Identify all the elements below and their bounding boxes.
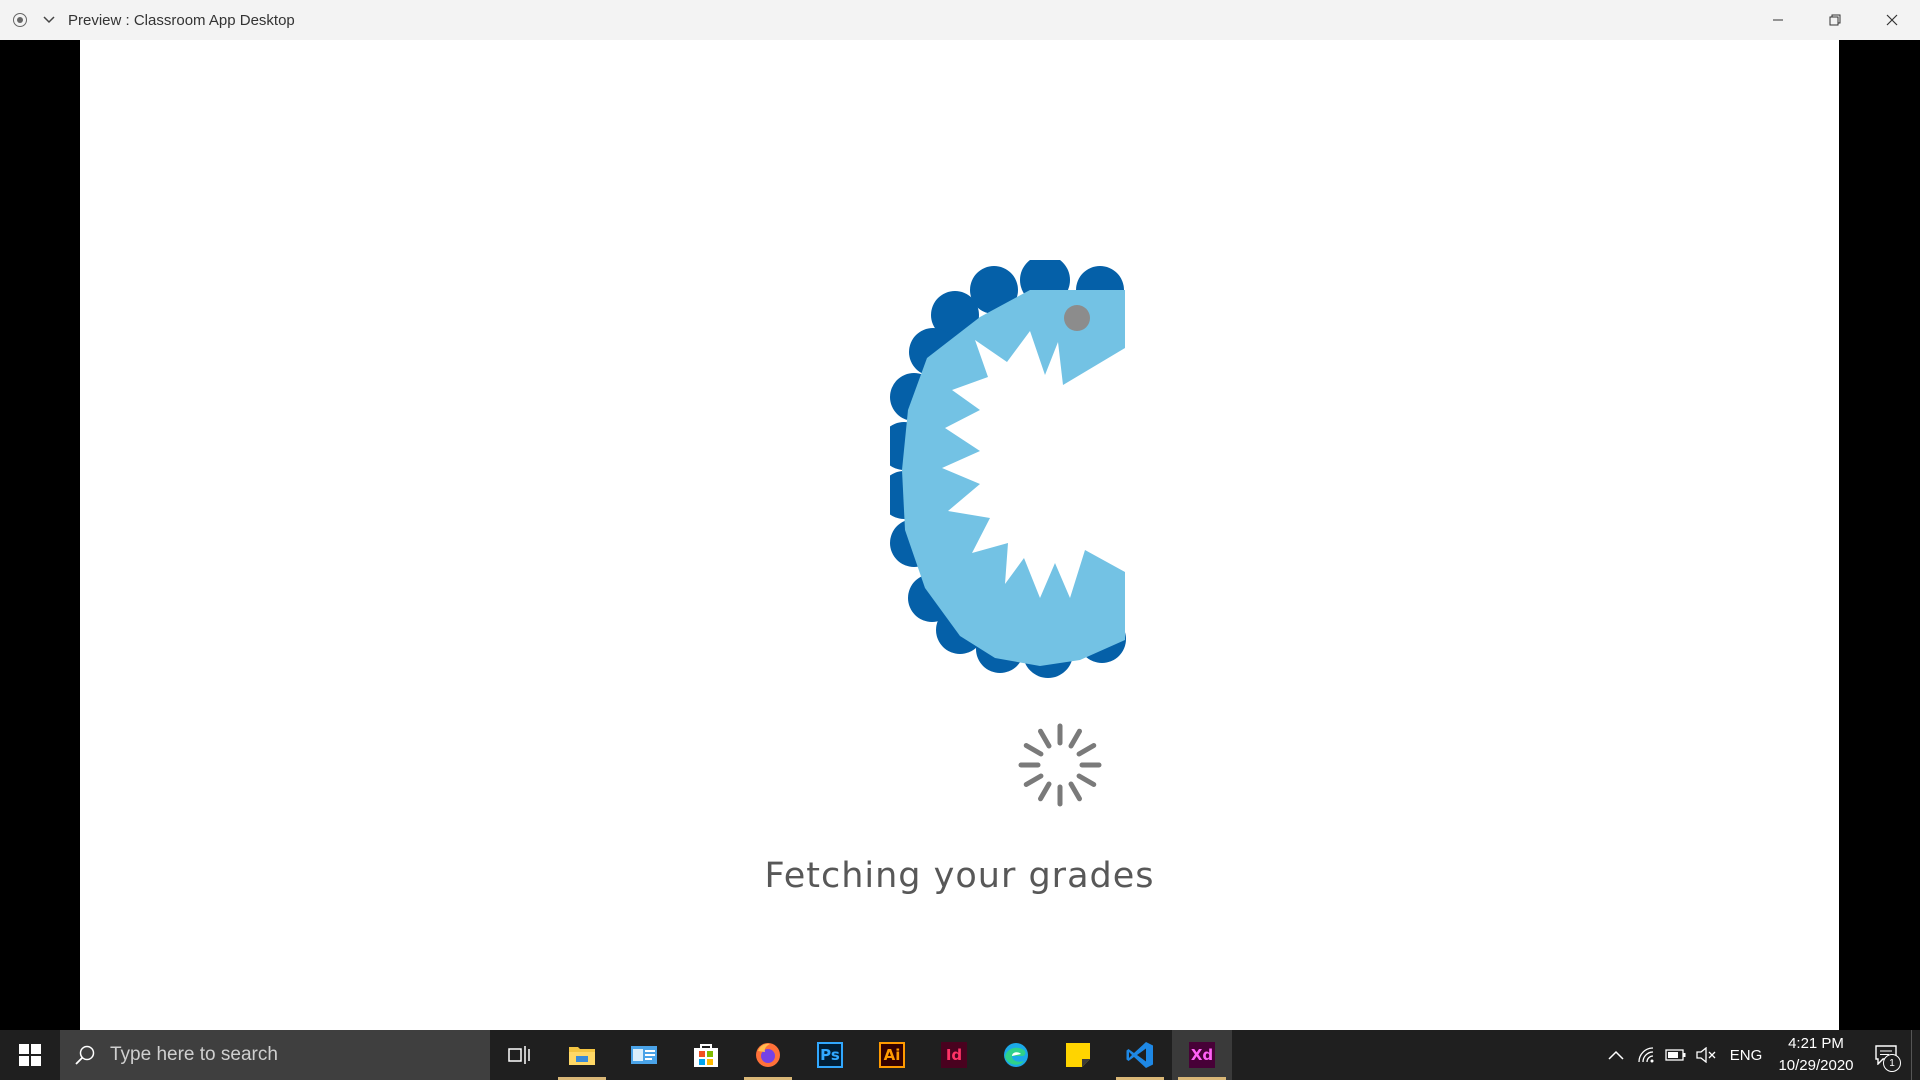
battery-icon[interactable] <box>1661 1030 1691 1080</box>
vscode-icon <box>1126 1042 1153 1068</box>
taskbar-app-vscode[interactable] <box>1110 1030 1170 1080</box>
taskbar-app-photoshop[interactable]: Ps <box>800 1030 860 1080</box>
chevron-down-icon[interactable] <box>40 0 58 40</box>
taskbar-app-adobe-xd[interactable]: Xd <box>1172 1030 1232 1080</box>
app-canvas: Fetching your grades <box>80 40 1839 1030</box>
search-placeholder: Type here to search <box>110 1044 278 1065</box>
minimize-button[interactable] <box>1749 0 1806 40</box>
search-icon <box>60 1030 110 1080</box>
photoshop-icon: Ps <box>817 1042 843 1068</box>
illustrator-icon: Ai <box>879 1042 905 1068</box>
task-view-icon <box>508 1046 530 1064</box>
taskbar-app-edge[interactable] <box>986 1030 1046 1080</box>
taskbar-app-firefox[interactable] <box>738 1030 798 1080</box>
taskbar-search-box[interactable]: Type here to search <box>60 1030 490 1080</box>
edge-icon <box>1004 1043 1028 1067</box>
taskbar-app-illustrator[interactable]: Ai <box>862 1030 922 1080</box>
adobe-xd-icon: Xd <box>1189 1042 1215 1068</box>
control-panel-icon <box>631 1046 657 1064</box>
task-view-button[interactable] <box>490 1030 550 1080</box>
input-language[interactable]: ENG <box>1721 1047 1771 1064</box>
clock-date: 10/29/2020 <box>1778 1057 1854 1074</box>
action-center-button[interactable]: 1 <box>1861 1030 1911 1080</box>
title-bar: Preview : Classroom App Desktop <box>0 0 1920 40</box>
windows-icon <box>19 1044 41 1066</box>
system-clock[interactable]: 4:21 PM 10/29/2020 <box>1771 1033 1861 1077</box>
show-desktop-button[interactable] <box>1911 1030 1920 1080</box>
window-title: Preview : Classroom App Desktop <box>68 11 295 29</box>
folder-icon <box>569 1047 595 1065</box>
taskbar-app-control-panel[interactable] <box>614 1030 674 1080</box>
record-icon[interactable] <box>0 0 40 40</box>
classroom-logo-icon <box>890 260 1126 678</box>
taskbar-app-microsoft-store[interactable] <box>676 1030 736 1080</box>
taskbar: Type here to search Ps Ai Id Xd ENG 4:21… <box>0 1030 1920 1080</box>
store-icon <box>694 1044 718 1067</box>
volume-muted-icon[interactable] <box>1691 1030 1721 1080</box>
firefox-icon <box>756 1043 780 1067</box>
loading-spinner-icon <box>1018 723 1102 807</box>
taskbar-app-indesign[interactable]: Id <box>924 1030 984 1080</box>
loading-status-text: Fetching your grades <box>764 856 1155 896</box>
network-icon[interactable] <box>1631 1030 1661 1080</box>
clock-time: 4:21 PM <box>1788 1035 1844 1052</box>
system-tray: ENG 4:21 PM 10/29/2020 1 <box>1601 1030 1920 1080</box>
sticky-notes-icon <box>1066 1043 1090 1067</box>
logo-eye <box>1064 305 1090 331</box>
taskbar-app-sticky-notes[interactable] <box>1048 1030 1108 1080</box>
taskbar-app-file-explorer[interactable] <box>552 1030 612 1080</box>
notification-count-badge: 1 <box>1883 1054 1901 1072</box>
start-button[interactable] <box>0 1030 60 1080</box>
chevron-up-icon[interactable] <box>1601 1030 1631 1080</box>
indesign-icon: Id <box>941 1042 967 1068</box>
close-button[interactable] <box>1863 0 1920 40</box>
restore-button[interactable] <box>1806 0 1863 40</box>
